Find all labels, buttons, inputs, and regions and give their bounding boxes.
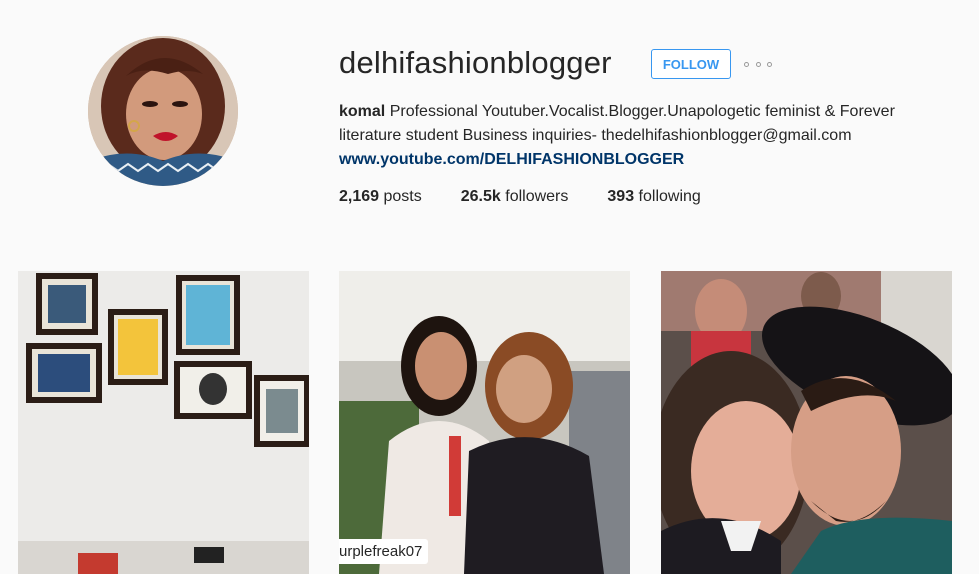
post-image xyxy=(339,271,630,574)
profile-website-link[interactable]: www.youtube.com/DELHIFASHIONBLOGGER xyxy=(339,148,939,172)
following-label: following xyxy=(638,188,701,205)
post-tile-1[interactable] xyxy=(18,271,309,574)
profile-avatar xyxy=(88,36,238,186)
dot-icon xyxy=(767,61,772,67)
post-caption-tag: urplefreak07 xyxy=(339,539,429,564)
dot-icon xyxy=(744,61,749,67)
bio-text: Professional Youtuber.Vocalist.Blogger.U… xyxy=(339,103,895,144)
following-count: 393 xyxy=(607,188,635,205)
post-tile-2[interactable]: urplefreak07 xyxy=(339,271,630,574)
stat-following[interactable]: 393 following xyxy=(607,185,700,209)
profile-username: delhifashionblogger xyxy=(339,45,612,80)
profile-stats: 2,169 posts 26.5k followers 393 followin… xyxy=(339,185,740,209)
profile-bio: komal Professional Youtuber.Vocalist.Blo… xyxy=(339,100,939,172)
posts-count: 2,169 xyxy=(339,188,380,205)
profile-full-name: komal xyxy=(339,103,386,120)
more-options-icon[interactable] xyxy=(744,58,772,70)
stat-followers[interactable]: 26.5k followers xyxy=(461,185,569,209)
stat-posts: 2,169 posts xyxy=(339,185,422,209)
post-tile-3[interactable] xyxy=(661,271,952,574)
followers-label: followers xyxy=(505,188,569,205)
avatar-image xyxy=(88,36,238,186)
posts-label: posts xyxy=(383,188,422,205)
post-image xyxy=(661,271,952,574)
post-image xyxy=(18,271,309,574)
follow-button[interactable]: FOLLOW xyxy=(651,49,731,79)
dot-icon xyxy=(755,61,761,67)
followers-count: 26.5k xyxy=(460,188,501,205)
